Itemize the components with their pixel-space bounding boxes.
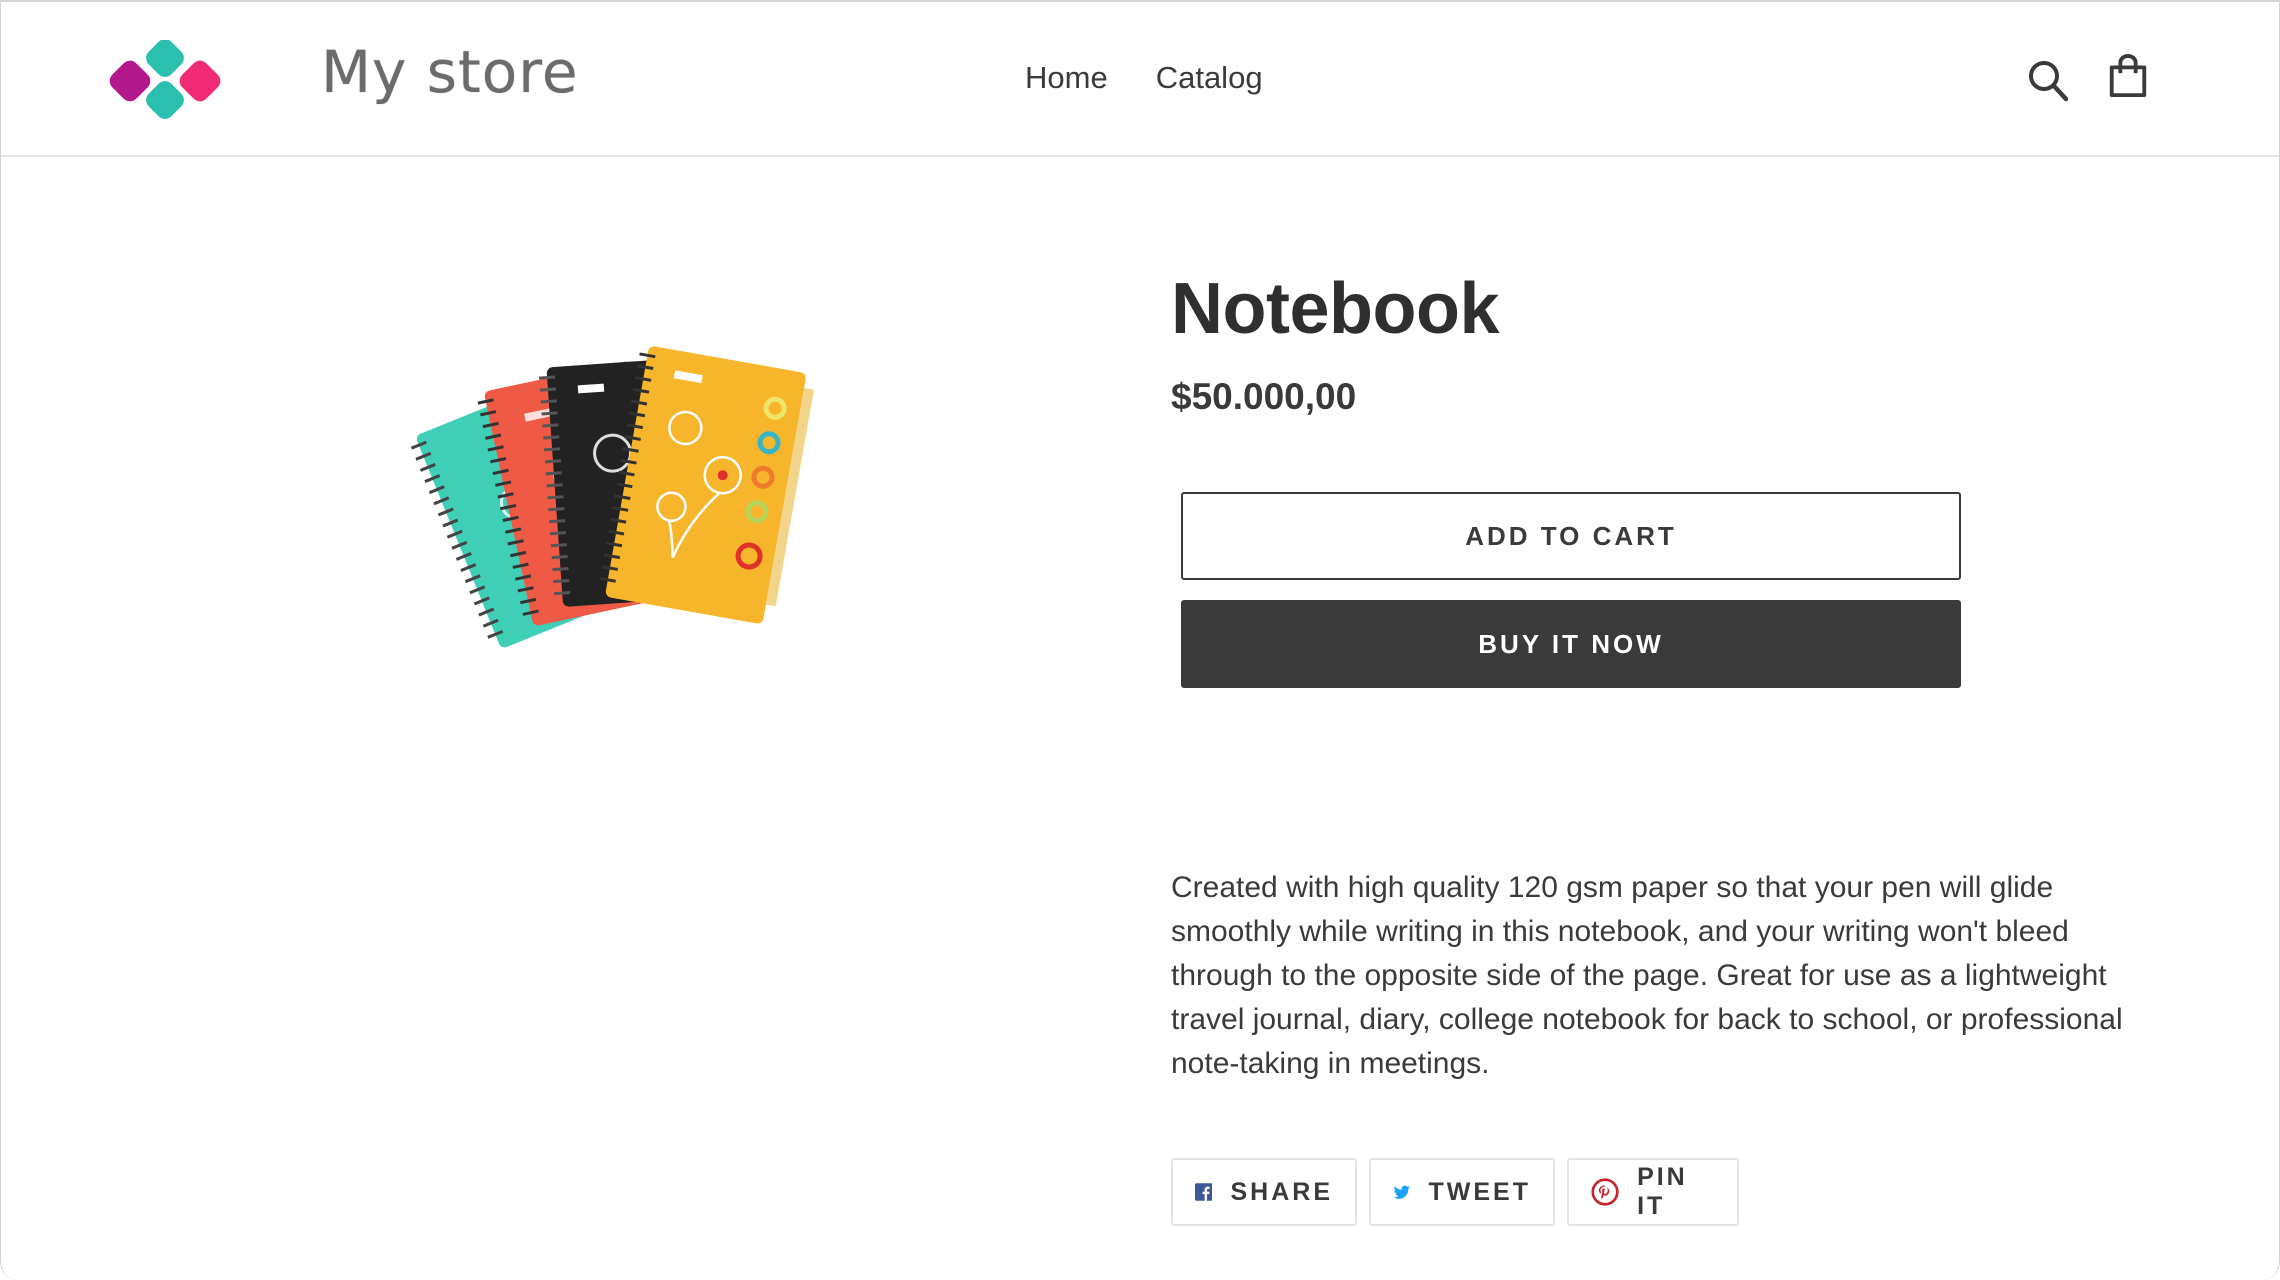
add-to-cart-button[interactable]: ADD TO CART bbox=[1181, 492, 1961, 580]
notebook-product-image bbox=[410, 346, 814, 648]
share-facebook-label: SHARE bbox=[1230, 1177, 1333, 1206]
cart-icon[interactable] bbox=[2107, 54, 2149, 98]
pinterest-icon bbox=[1591, 1178, 1619, 1206]
search-icon[interactable] bbox=[2027, 58, 2069, 102]
share-pinterest-label: PIN IT bbox=[1637, 1163, 1688, 1220]
store-name[interactable]: My store bbox=[321, 38, 579, 106]
store-logo-icon[interactable] bbox=[109, 40, 221, 120]
share-pinterest-button[interactable]: PIN IT bbox=[1567, 1158, 1739, 1226]
page-frame: My store Home Catalog Notebook $50.000,0… bbox=[0, 0, 2280, 1280]
share-twitter-button[interactable]: TWEET bbox=[1369, 1158, 1555, 1226]
social-share-row: SHARE TWEET PIN IT bbox=[1171, 1158, 1739, 1226]
product-description: Created with high quality 120 gsm paper … bbox=[1171, 871, 2123, 1080]
product-title: Notebook bbox=[1171, 269, 1499, 349]
share-twitter-label: TWEET bbox=[1428, 1177, 1531, 1206]
buy-it-now-button[interactable]: BUY IT NOW bbox=[1181, 600, 1961, 688]
facebook-icon bbox=[1195, 1183, 1213, 1201]
twitter-icon bbox=[1393, 1185, 1410, 1199]
nav-item-catalog[interactable]: Catalog bbox=[1156, 60, 1263, 96]
share-facebook-button[interactable]: SHARE bbox=[1171, 1158, 1357, 1226]
nav-item-home[interactable]: Home bbox=[1025, 60, 1108, 96]
main-nav: Home Catalog bbox=[1025, 60, 1263, 96]
product-price: $50.000,00 bbox=[1171, 376, 1357, 417]
site-header: My store Home Catalog bbox=[1, 2, 2279, 157]
